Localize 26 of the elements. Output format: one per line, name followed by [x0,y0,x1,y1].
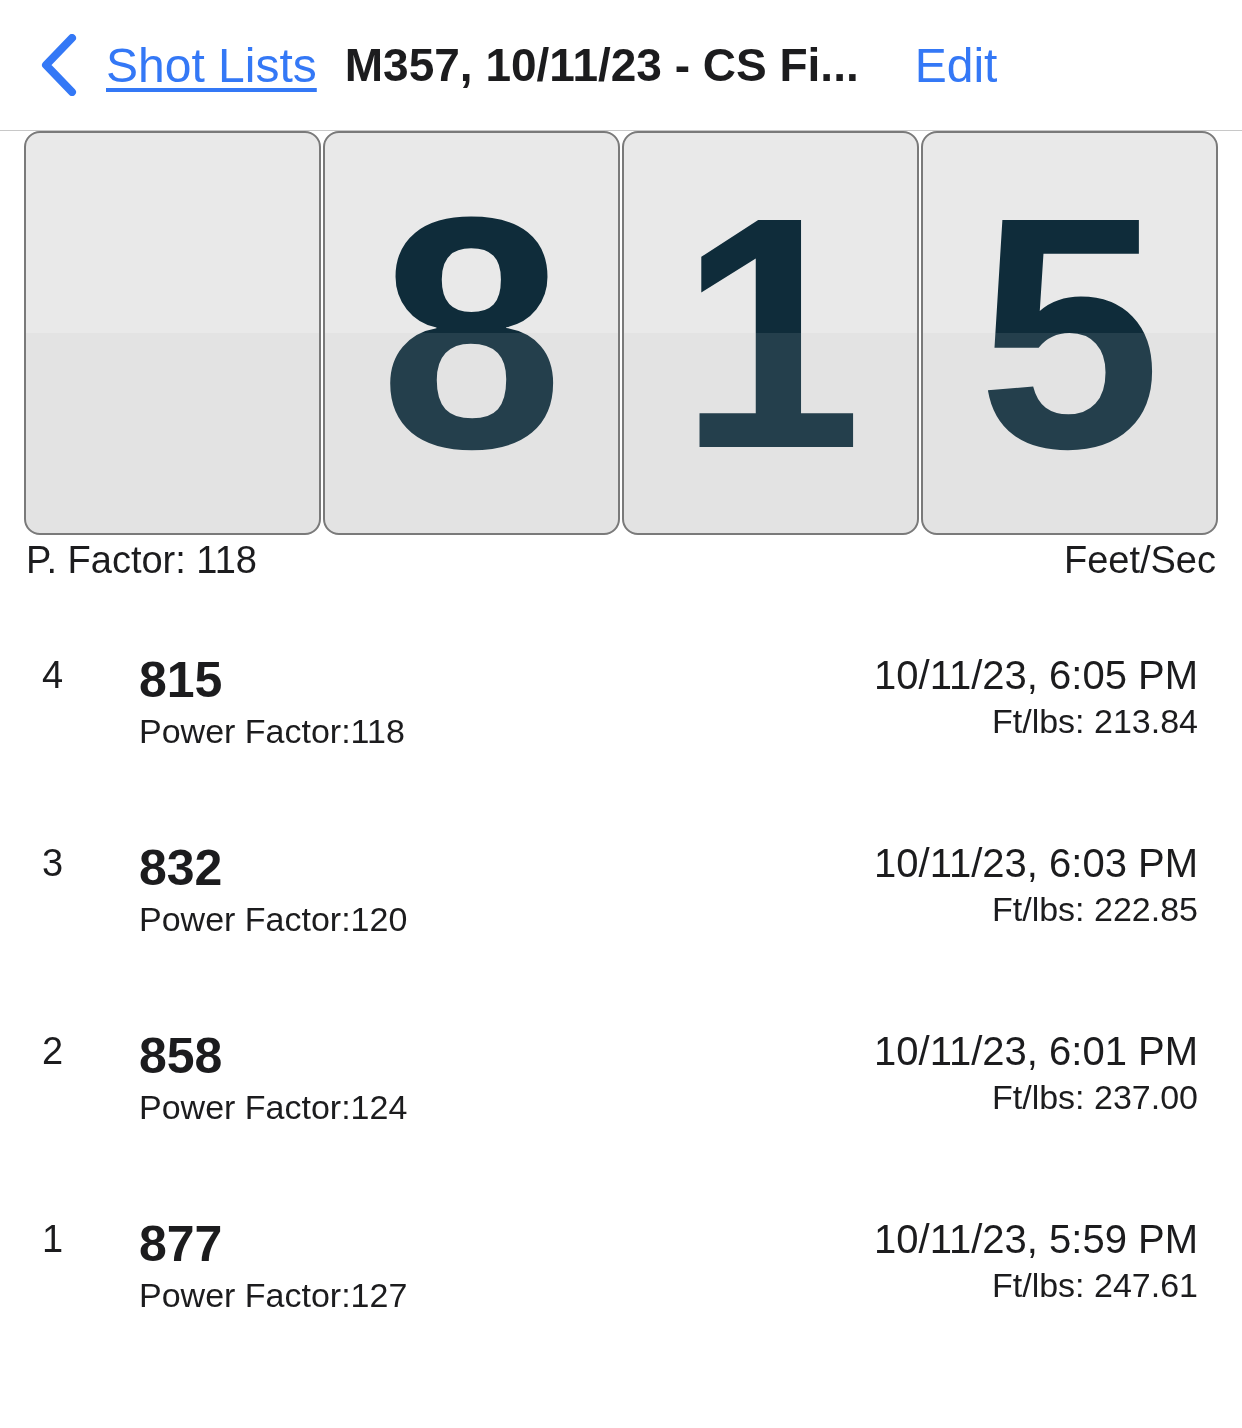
back-link-label[interactable]: Shot Lists [106,37,317,93]
power-factor: Power Factor:124 [139,1088,409,1127]
shot-time: 10/11/23, 5:59 PM [874,1216,1198,1262]
shot-energy: Ft/lbs: 222.85 [992,890,1198,929]
power-factor: Power Factor:118 [139,712,406,751]
shot-number: 4 [42,653,65,698]
shot-number: 3 [42,841,65,886]
back-link[interactable]: Shot Lists [38,34,317,96]
shot-speed: 815 [139,652,224,708]
power-factor: Power Factor:120 [139,900,409,939]
edit-button[interactable]: Edit [914,37,998,93]
shot-number: 1 [42,1217,65,1262]
nav-title: M357, 10/11/23 - CS Fi... [344,38,859,92]
shot-time: 10/11/23, 6:01 PM [874,1028,1198,1074]
shot-energy: Ft/lbs: 247.61 [992,1266,1198,1305]
shot-time: 10/11/23, 6:05 PM [874,652,1198,698]
shot-energy: Ft/lbs: 213.84 [992,702,1198,741]
shot-number: 2 [42,1029,65,1074]
shot-speed: 858 [139,1028,224,1084]
power-factor-caption: P. Factor: 118 [26,539,257,582]
power-factor: Power Factor:127 [139,1276,409,1315]
shot-speed: 877 [139,1216,224,1272]
shot-time: 10/11/23, 6:03 PM [874,840,1198,886]
unit-caption: Feet/Sec [1063,539,1216,582]
shot-energy: Ft/lbs: 237.00 [992,1078,1198,1117]
shot-speed: 832 [139,840,224,896]
